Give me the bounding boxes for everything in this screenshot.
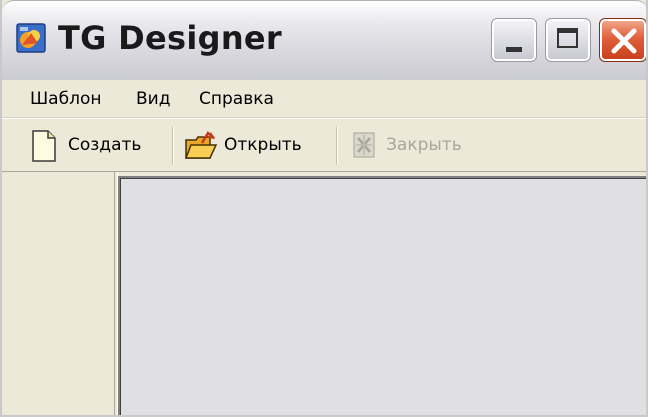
menu-item-help[interactable]: Справка	[199, 89, 274, 109]
toolbar: Создать Открыть Закрыть	[2, 118, 646, 172]
minimize-button[interactable]	[491, 18, 537, 62]
app-icon[interactable]	[16, 23, 46, 53]
close-window-button[interactable]	[599, 18, 646, 62]
content-area	[2, 172, 646, 415]
close-document-button: Закрыть	[350, 128, 480, 162]
title-bar[interactable]: TG Designer	[2, 0, 646, 80]
close-icon	[611, 28, 637, 54]
workspace-panel[interactable]	[118, 176, 646, 415]
menu-item-view[interactable]: Вид	[136, 89, 170, 109]
open-button-label: Открыть	[224, 135, 302, 155]
open-folder-icon	[184, 130, 218, 166]
left-panel[interactable]	[2, 172, 114, 415]
toolbar-separator	[336, 127, 338, 165]
close-document-label: Закрыть	[386, 135, 462, 155]
close-document-icon	[350, 130, 378, 164]
menu-bar: Шаблон Вид Справка	[2, 80, 646, 118]
toolbar-separator	[172, 127, 174, 165]
new-button-label: Создать	[68, 135, 142, 155]
open-button[interactable]: Открыть	[184, 128, 324, 162]
menu-item-template[interactable]: Шаблон	[30, 89, 101, 109]
window-title: TG Designer	[58, 19, 282, 57]
minimize-icon	[506, 47, 522, 52]
app-window: TG Designer Шаблон Вид Справка Создать О…	[0, 0, 648, 417]
maximize-icon	[557, 28, 578, 48]
new-button[interactable]: Создать	[30, 128, 160, 162]
new-document-icon	[30, 130, 58, 166]
maximize-button[interactable]	[545, 18, 591, 62]
